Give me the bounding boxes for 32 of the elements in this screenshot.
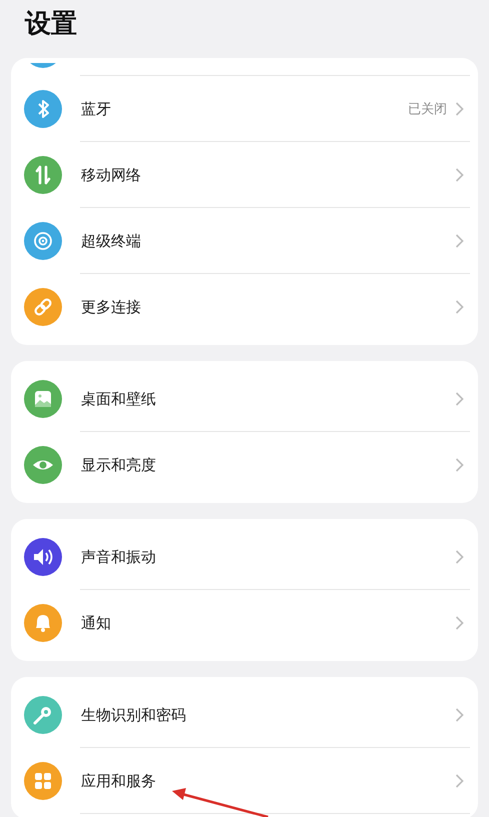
row-label: 应用和服务 <box>81 772 157 790</box>
row-label: 更多连接 <box>81 298 142 316</box>
chevron-icon <box>455 458 464 472</box>
settings-row[interactable]: 显示和亮度 <box>11 432 478 498</box>
row-label: 显示和亮度 <box>81 456 157 474</box>
settings-row[interactable]: 声音和振动 <box>11 524 478 590</box>
chevron-icon <box>455 708 464 722</box>
row-label: 移动网络 <box>81 166 142 184</box>
settings-row[interactable]: 移动网络 <box>11 142 478 208</box>
status-text: 已关闭 <box>408 101 447 118</box>
settings-row[interactable]: 桌面和壁纸 <box>11 366 478 432</box>
row-label: 蓝牙 <box>81 100 112 118</box>
settings-row[interactable]: 通知 <box>11 590 478 656</box>
chevron-icon <box>455 392 464 406</box>
settings-row[interactable]: 更多连接 <box>11 274 478 340</box>
chevron-icon <box>455 102 464 116</box>
row-label: 声音和振动 <box>81 548 157 566</box>
chevron-icon <box>455 168 464 182</box>
settings-row[interactable]: 应用和服务 <box>11 748 478 814</box>
settings-row[interactable]: 蓝牙 已关闭 <box>11 76 478 142</box>
page-title: 设置 <box>25 8 77 41</box>
chevron-icon <box>455 774 464 788</box>
row-label: 生物识别和密码 <box>81 706 187 724</box>
chevron-icon <box>455 616 464 630</box>
row-label: 超级终端 <box>81 232 142 250</box>
row-label: 通知 <box>81 614 112 632</box>
settings-row[interactable]: 生物识别和密码 <box>11 682 478 748</box>
row-label: 桌面和壁纸 <box>81 390 157 408</box>
chevron-icon <box>455 234 464 248</box>
chevron-icon <box>455 300 464 314</box>
chevron-icon <box>455 550 464 564</box>
settings-row[interactable]: 超级终端 <box>11 208 478 274</box>
